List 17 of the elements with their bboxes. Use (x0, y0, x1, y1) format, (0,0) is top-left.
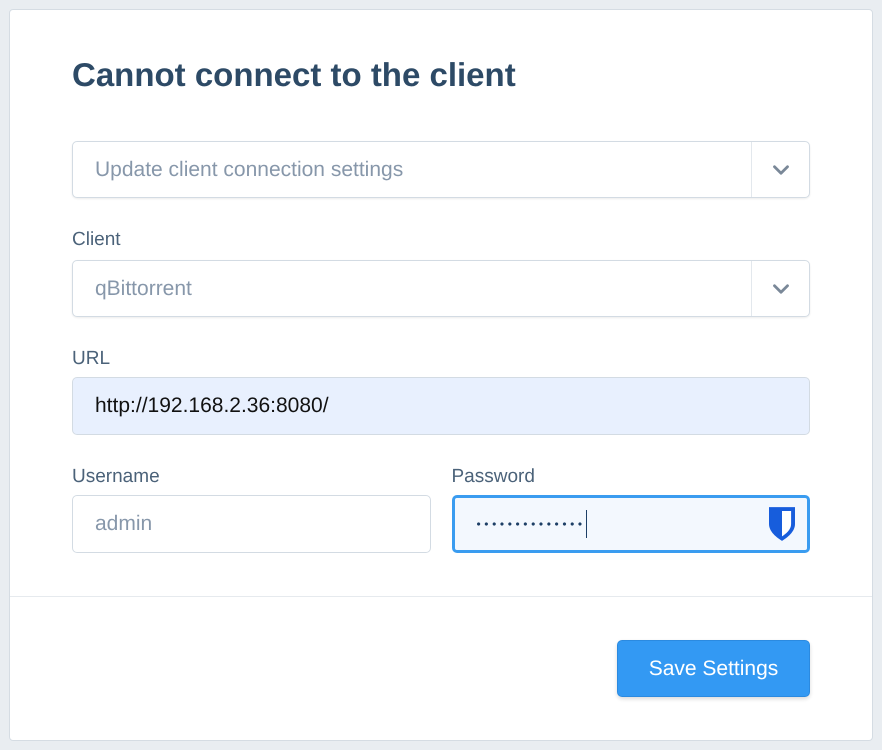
select-value: qBittorrent (94, 276, 193, 302)
input-placeholder: admin (95, 511, 152, 537)
field-label: Client (72, 228, 122, 252)
select-placeholder: Update client connection settings (94, 156, 404, 183)
field-label: Username (72, 465, 161, 489)
client-select[interactable]: qBittorrent (72, 260, 810, 317)
url-input[interactable]: http://192.168.2.36:8080/ (72, 377, 810, 435)
input-value: •••••••••••••• (476, 516, 586, 533)
action-select[interactable]: Update client connection settings (72, 141, 810, 198)
field-label: Password (452, 465, 536, 489)
password-input[interactable]: •••••••••••••• (452, 495, 810, 553)
username-input[interactable]: admin (72, 495, 430, 553)
shield-icon[interactable] (769, 507, 795, 541)
save-settings-button[interactable]: Save Settings (617, 640, 810, 697)
text-cursor-icon (586, 510, 588, 538)
field-label: URL (72, 347, 112, 371)
dialog-title: Cannot connect to the client (72, 55, 517, 95)
